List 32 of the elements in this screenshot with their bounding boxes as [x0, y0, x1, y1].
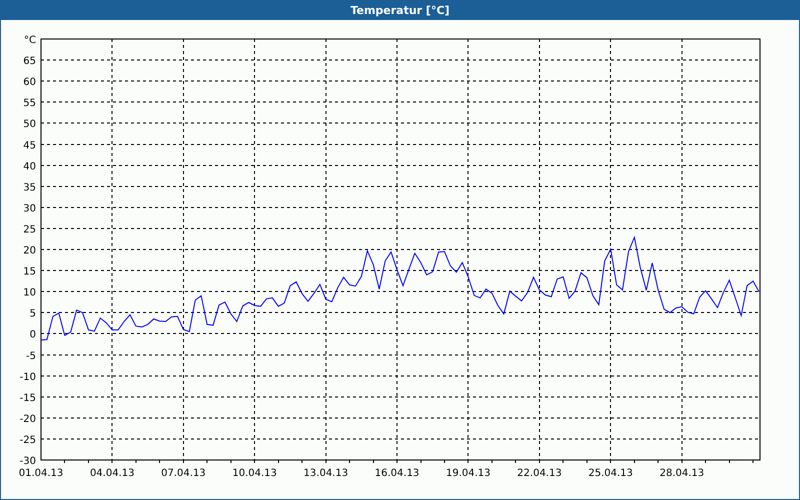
- axis-label: -25: [20, 434, 36, 446]
- axis-label: 45: [23, 140, 36, 152]
- axis-label: 01.04.13: [18, 468, 64, 479]
- axis-label: °C: [24, 35, 36, 46]
- axis-label: 25: [23, 224, 36, 236]
- axis-label: 10: [23, 288, 36, 299]
- axis-label: 60: [23, 77, 36, 88]
- axis-label: 22.04.13: [517, 468, 562, 479]
- axis-label: 20: [23, 246, 36, 256]
- window-title: Temperatur [°C]: [350, 4, 450, 16]
- axis-label: 65: [23, 56, 36, 68]
- axis-label: 5: [30, 308, 36, 320]
- axis-label: -15: [20, 392, 36, 404]
- axis-label: 0: [30, 330, 36, 341]
- axis-label: 19.04.13: [446, 468, 490, 479]
- axis-label: -5: [26, 350, 36, 362]
- axis-label: 35: [23, 182, 36, 194]
- axis-label: 15: [23, 266, 36, 278]
- axis-label: 28.04.13: [660, 468, 704, 479]
- axis-label: -30: [20, 456, 36, 467]
- axis-label: -10: [20, 372, 36, 383]
- axis-label: 16.04.13: [374, 468, 420, 479]
- axis-label: 55: [23, 98, 36, 110]
- axis-label: 04.04.13: [90, 468, 134, 479]
- axis-label: 13.04.13: [304, 468, 348, 479]
- axis-label: 07.04.13: [161, 468, 206, 479]
- axis-label: 30: [23, 203, 36, 214]
- axis-label: 50: [23, 119, 36, 130]
- axis-label: 25.04.13: [588, 468, 633, 479]
- axis-label: 10.04.13: [232, 468, 277, 479]
- axis-label: -20: [20, 414, 36, 425]
- axis-label: 40: [23, 161, 36, 172]
